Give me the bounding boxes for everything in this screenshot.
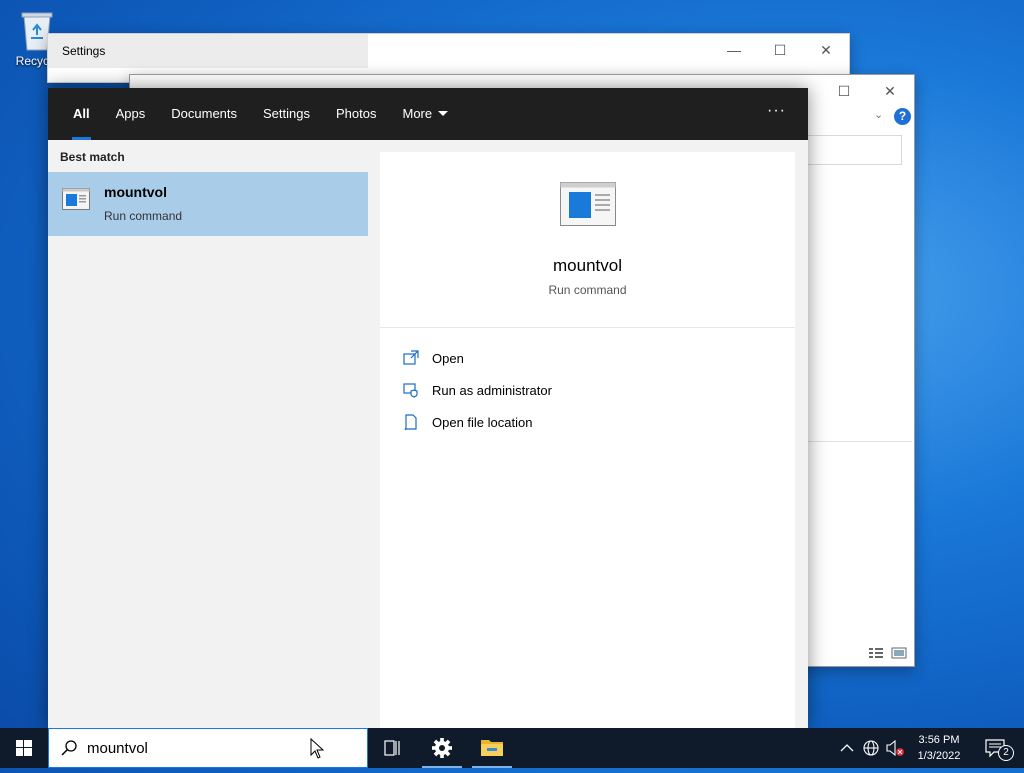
taskbar-file-explorer-button[interactable] bbox=[468, 728, 516, 768]
open-file-location-action[interactable]: Open file location bbox=[402, 412, 532, 432]
network-status[interactable] bbox=[860, 728, 882, 768]
globe-icon bbox=[863, 740, 879, 756]
explorer-maximize-button[interactable]: ☐ bbox=[832, 81, 856, 101]
results-pane: Best match mountvol Run command bbox=[48, 140, 368, 728]
best-match-heading: Best match bbox=[60, 150, 125, 164]
open-label: Open bbox=[432, 350, 464, 366]
run-as-admin-label: Run as administrator bbox=[432, 382, 552, 398]
run-as-admin-action[interactable]: Run as administrator bbox=[402, 380, 552, 400]
detail-divider bbox=[380, 327, 795, 328]
clock-date: 1/3/2022 bbox=[917, 750, 961, 762]
search-tabs: All Apps Documents Settings Photos More bbox=[60, 88, 461, 140]
start-button[interactable] bbox=[0, 728, 48, 768]
task-view-button[interactable] bbox=[368, 728, 416, 768]
tab-photos[interactable]: Photos bbox=[323, 88, 389, 140]
more-options-button[interactable]: ··· bbox=[767, 88, 786, 140]
explorer-search-field[interactable] bbox=[806, 135, 902, 165]
chevron-down-icon[interactable]: ⌄ bbox=[874, 108, 883, 121]
search-filter-bar: All Apps Documents Settings Photos More … bbox=[48, 88, 808, 140]
tab-more[interactable]: More bbox=[389, 88, 461, 140]
action-center-button[interactable]: 2 bbox=[978, 728, 1018, 768]
taskbar: 3:56 PM 1/3/2022 2 bbox=[0, 728, 1024, 768]
maximize-button[interactable]: ☐ bbox=[768, 40, 792, 60]
app-window-icon bbox=[62, 188, 90, 210]
search-flyout: All Apps Documents Settings Photos More … bbox=[48, 88, 808, 728]
shield-icon bbox=[402, 381, 420, 399]
view-toggle-icons[interactable] bbox=[868, 647, 908, 662]
speaker-muted-icon bbox=[886, 739, 904, 757]
explorer-divider bbox=[808, 441, 912, 442]
chevron-up-icon bbox=[840, 744, 854, 752]
open-file-location-label: Open file location bbox=[432, 414, 533, 430]
search-input[interactable] bbox=[87, 737, 307, 759]
help-icon[interactable]: ? bbox=[894, 108, 911, 125]
tab-all[interactable]: All bbox=[60, 88, 103, 140]
detail-pane: mountvol Run command Open Run as adminis… bbox=[380, 152, 795, 728]
result-item-mountvol[interactable]: mountvol Run command bbox=[48, 172, 368, 236]
close-button[interactable]: ✕ bbox=[814, 40, 838, 60]
volume-status[interactable] bbox=[884, 728, 906, 768]
mouse-cursor-icon bbox=[310, 737, 325, 765]
gear-icon bbox=[432, 738, 452, 758]
settings-window-title: Settings bbox=[62, 44, 106, 58]
result-name: mountvol bbox=[104, 184, 167, 200]
minimize-button[interactable]: — bbox=[722, 40, 746, 60]
file-location-icon bbox=[402, 413, 420, 431]
taskbar-settings-button[interactable] bbox=[418, 728, 466, 768]
detail-type: Run command bbox=[548, 283, 627, 297]
tab-documents[interactable]: Documents bbox=[158, 88, 250, 140]
tab-settings[interactable]: Settings bbox=[250, 88, 323, 140]
folder-icon bbox=[481, 740, 503, 756]
search-icon bbox=[61, 740, 77, 756]
open-action[interactable]: Open bbox=[402, 348, 464, 368]
clock-time: 3:56 PM bbox=[918, 734, 960, 746]
windows-logo-icon bbox=[16, 740, 32, 756]
explorer-close-button[interactable]: ✕ bbox=[878, 81, 902, 101]
tab-more-label: More bbox=[402, 106, 433, 121]
tab-apps[interactable]: Apps bbox=[103, 88, 159, 140]
task-view-icon bbox=[384, 740, 400, 756]
notification-count: 2 bbox=[998, 745, 1014, 761]
open-icon bbox=[402, 349, 420, 367]
show-hidden-icons-button[interactable] bbox=[838, 728, 856, 768]
detail-title: mountvol bbox=[553, 256, 622, 275]
caret-down-icon bbox=[438, 111, 449, 116]
app-window-large-icon bbox=[560, 182, 616, 226]
system-clock[interactable]: 3:56 PM 1/3/2022 bbox=[908, 732, 970, 764]
result-type: Run command bbox=[104, 209, 183, 223]
